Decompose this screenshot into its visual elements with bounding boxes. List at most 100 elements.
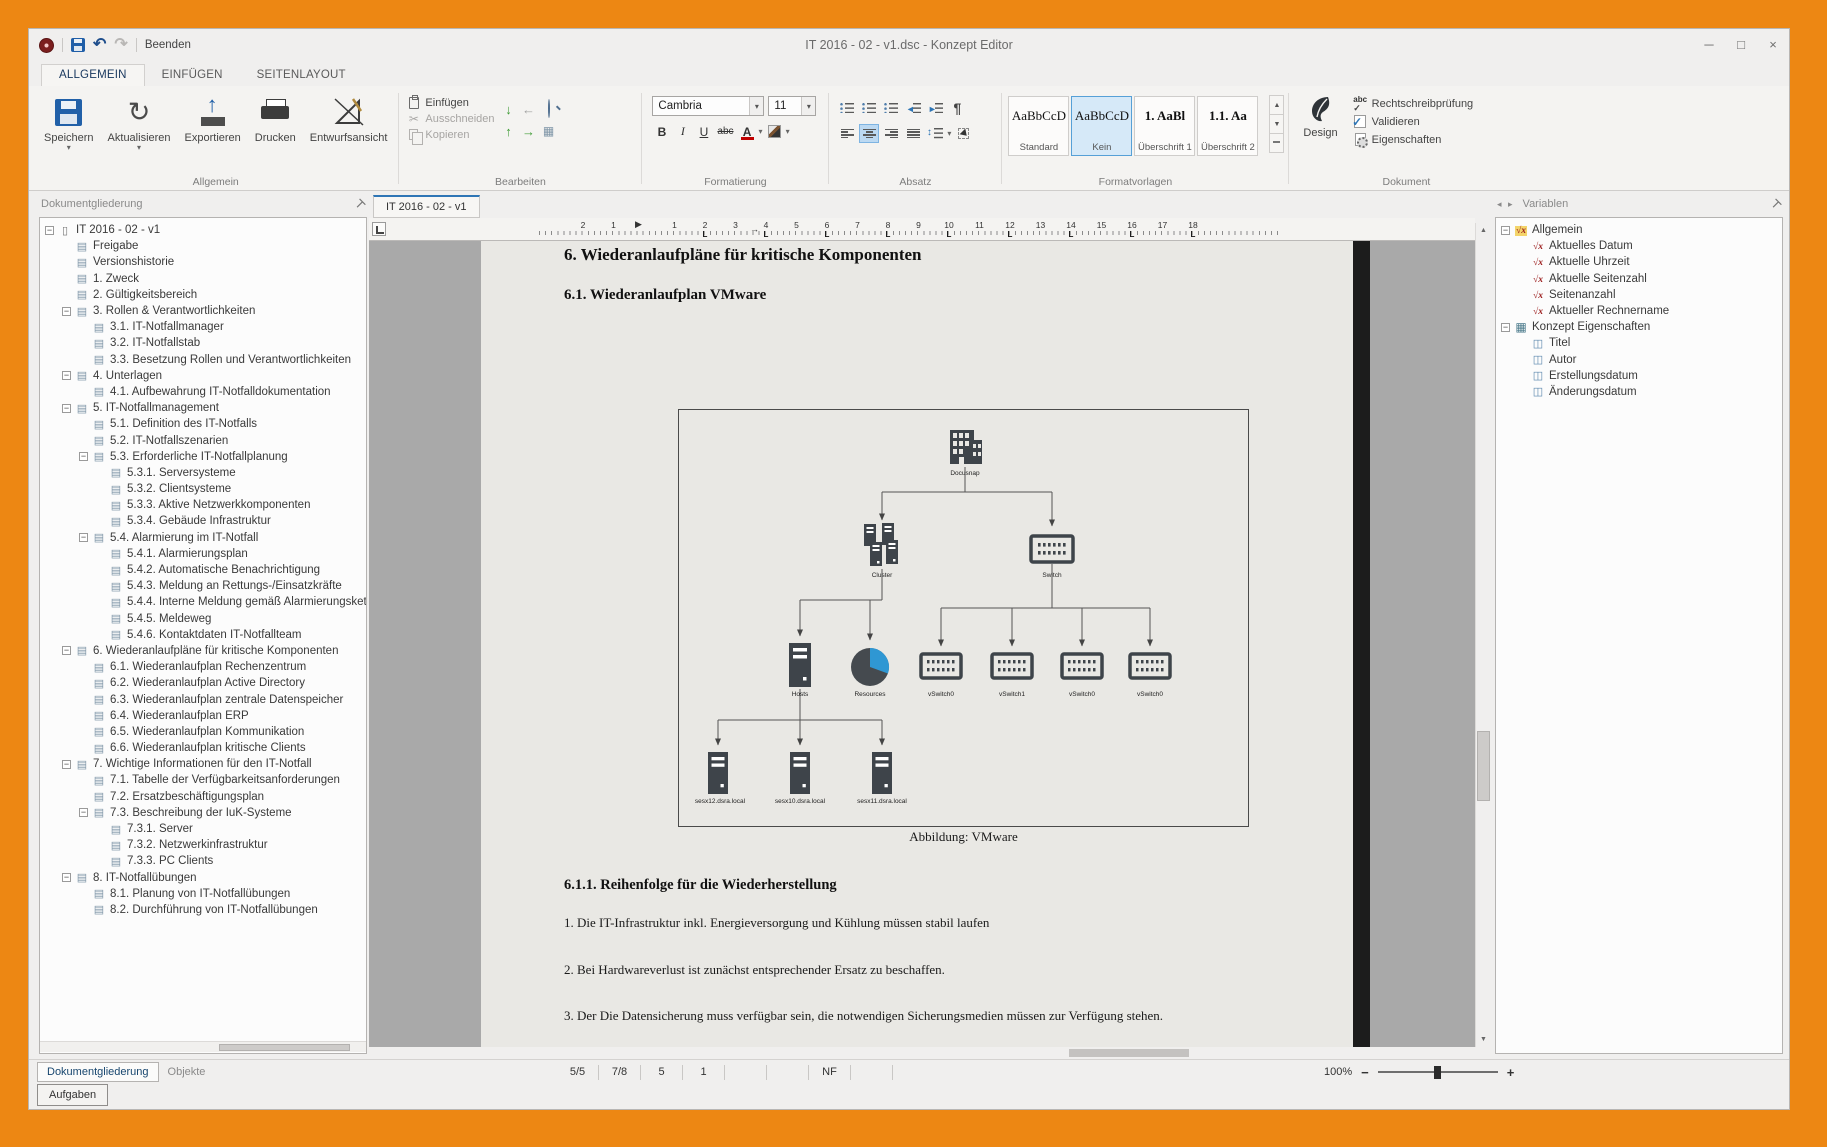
outline-item[interactable]: 5.2. IT-Notfallszenarien (40, 432, 366, 448)
panel-footer-tab[interactable]: Dokumentgliederung (37, 1062, 159, 1082)
outline-item[interactable]: 5.3.1. Serversysteme (40, 465, 366, 481)
tree-expander-icon[interactable] (79, 533, 88, 542)
select-object-button[interactable] (953, 124, 973, 143)
document-view[interactable]: 6. Wiederanlaufpläne für kritische Kompo… (369, 241, 1475, 1047)
outline-item[interactable]: 7.3.2. Netzwerkinfrastruktur (40, 837, 366, 853)
design-button[interactable]: Design (1293, 90, 1347, 170)
outline-item[interactable]: 5.4.2. Automatische Benachrichtigung (40, 562, 366, 578)
outline-horizontal-scrollbar[interactable] (40, 1041, 366, 1052)
paste-button[interactable]: Einfügen (407, 96, 494, 109)
outline-item[interactable]: 4.1. Aufbewahrung IT-Notfalldokumentatio… (40, 384, 366, 400)
scroll-down-arrow[interactable]: ▼ (1476, 1032, 1491, 1047)
tree-expander-icon[interactable] (62, 760, 71, 769)
pin-icon[interactable]: ⊤ (352, 196, 368, 212)
properties-button[interactable]: Eigenschaften (1354, 133, 1474, 146)
outline-item[interactable]: 5.4. Alarmierung im IT-Notfall (40, 530, 366, 546)
search-icon[interactable] (548, 100, 550, 118)
bold-button[interactable]: B (652, 122, 671, 141)
style-card[interactable]: 1.1. Aa Überschrift 2 (1197, 96, 1258, 156)
highlight-button[interactable] (765, 122, 784, 141)
first-line-indent-marker[interactable]: ▶ (635, 219, 642, 230)
refresh-button[interactable]: ↻ Aktualisieren ▾ (101, 90, 178, 170)
outline-item[interactable]: 5.1. Definition des IT-Notfalls (40, 416, 366, 432)
export-button[interactable]: Exportieren (178, 90, 248, 170)
spellcheck-button[interactable]: abc Rechtschreibprüfung (1354, 97, 1474, 110)
strikethrough-button[interactable]: abc (715, 122, 735, 141)
draft-view-button[interactable]: Entwurfsansicht (303, 90, 395, 170)
outline-item[interactable]: 3.2. IT-Notfallstab (40, 335, 366, 351)
line-spacing-button[interactable] (925, 124, 945, 143)
variable-item[interactable]: Allgemein (1496, 222, 1782, 238)
outline-item[interactable]: 5.4.1. Alarmierungsplan (40, 546, 366, 562)
outline-item[interactable]: 7.3. Beschreibung der IuK-Systeme (40, 805, 366, 821)
outline-item[interactable]: IT 2016 - 02 - v1 (40, 222, 366, 238)
validate-button[interactable]: Validieren (1354, 115, 1474, 128)
move-right-button[interactable]: → (522, 124, 535, 139)
italic-button[interactable]: I (673, 122, 692, 141)
multilevel-list-button[interactable] (837, 98, 857, 117)
tree-expander-icon[interactable] (62, 307, 71, 316)
outline-item[interactable]: 5.4.5. Meldeweg (40, 611, 366, 627)
move-left-button[interactable]: ← (522, 102, 535, 117)
quick-save-icon[interactable] (71, 38, 85, 52)
copy-button[interactable]: Kopieren (407, 128, 494, 141)
panel-footer-tab[interactable]: Objekte (159, 1063, 215, 1081)
outline-item[interactable]: 6.1. Wiederanlaufplan Rechenzentrum (40, 659, 366, 675)
tree-expander-icon[interactable] (62, 873, 71, 882)
outline-item[interactable]: 5.3.3. Aktive Netzwerkkomponenten (40, 497, 366, 513)
justify-button[interactable] (903, 124, 923, 143)
tasks-tab[interactable]: Aufgaben (37, 1084, 108, 1106)
bullet-list-button[interactable] (881, 98, 901, 117)
document-tab[interactable]: IT 2016 - 02 - v1 (373, 195, 480, 218)
zoom-slider-thumb[interactable] (1434, 1066, 1441, 1079)
variable-item[interactable]: Aktuelle Seitenzahl (1496, 271, 1782, 287)
scroll-up-arrow[interactable]: ▲ (1476, 223, 1491, 238)
gallery-more-button[interactable] (1269, 133, 1284, 153)
exit-button[interactable]: Beenden (145, 39, 191, 51)
outline-item[interactable]: 2. Gültigkeitsbereich (40, 287, 366, 303)
outline-item[interactable]: 5.4.3. Meldung an Rettungs-/Einsatzkräft… (40, 578, 366, 594)
pin-icon[interactable]: ⊤ (1768, 196, 1784, 212)
outline-item[interactable]: 6.2. Wiederanlaufplan Active Directory (40, 675, 366, 691)
outline-item[interactable]: 6.3. Wiederanlaufplan zentrale Datenspei… (40, 691, 366, 707)
move-down-button[interactable]: ↓ (505, 102, 512, 117)
style-card[interactable]: AaBbCcD Kein (1071, 96, 1132, 156)
tree-expander-icon[interactable] (79, 452, 88, 461)
variable-item[interactable]: Seitenanzahl (1496, 287, 1782, 303)
vertical-scrollbar[interactable]: ▲ ▼ (1475, 223, 1491, 1047)
outline-item[interactable]: 5.4.4. Interne Meldung gemäß Alarmierung… (40, 594, 366, 610)
chevron-down-icon[interactable]: ▾ (947, 130, 951, 137)
chevron-down-icon[interactable]: ▾ (786, 128, 790, 135)
font-color-button[interactable]: A (738, 122, 757, 141)
tree-expander-icon[interactable] (45, 226, 54, 235)
outline-item[interactable]: 1. Zweck (40, 271, 366, 287)
align-left-button[interactable] (837, 124, 857, 143)
close-button[interactable]: × (1757, 32, 1789, 58)
outline-item[interactable]: 6.4. Wiederanlaufplan ERP (40, 708, 366, 724)
tree-expander-icon[interactable] (1501, 323, 1510, 332)
outline-item[interactable]: 3. Rollen & Verantwortlichkeiten (40, 303, 366, 319)
outline-item[interactable]: 7.3.3. PC Clients (40, 853, 366, 869)
outline-item[interactable]: 8.1. Planung von IT-Notfallübungen (40, 886, 366, 902)
cut-button[interactable]: ✂ Ausschneiden (407, 112, 494, 125)
app-icon[interactable] (39, 38, 54, 53)
outline-item[interactable]: Freigabe (40, 238, 366, 254)
tree-expander-icon[interactable] (62, 404, 71, 413)
variable-item[interactable]: Aktuelle Uhrzeit (1496, 254, 1782, 270)
tab-stop-selector[interactable] (372, 222, 386, 236)
gallery-scroll-down[interactable]: ▼ (1269, 114, 1284, 134)
style-card[interactable]: 1. AaBl Überschrift 1 (1134, 96, 1195, 156)
underline-button[interactable]: U (694, 122, 713, 141)
outline-item[interactable]: 5.3.4. Gebäude Infrastruktur (40, 513, 366, 529)
outline-item[interactable]: 5.4.6. Kontaktdaten IT-Notfallteam (40, 627, 366, 643)
object-grid-icon[interactable]: ▦ (543, 124, 554, 138)
ribbon-tab[interactable]: ALLGEMEIN (41, 64, 145, 86)
tree-expander-icon[interactable] (62, 371, 71, 380)
outline-item[interactable]: 7.1. Tabelle der Verfügbarkeitsanforderu… (40, 772, 366, 788)
align-right-button[interactable] (881, 124, 901, 143)
outline-item[interactable]: 6.6. Wiederanlaufplan kritische Clients (40, 740, 366, 756)
style-card[interactable]: AaBbCcD Standard (1008, 96, 1069, 156)
align-center-button[interactable] (859, 124, 879, 143)
print-button[interactable]: Drucken (248, 90, 303, 170)
tab-marker[interactable]: → (750, 224, 759, 234)
